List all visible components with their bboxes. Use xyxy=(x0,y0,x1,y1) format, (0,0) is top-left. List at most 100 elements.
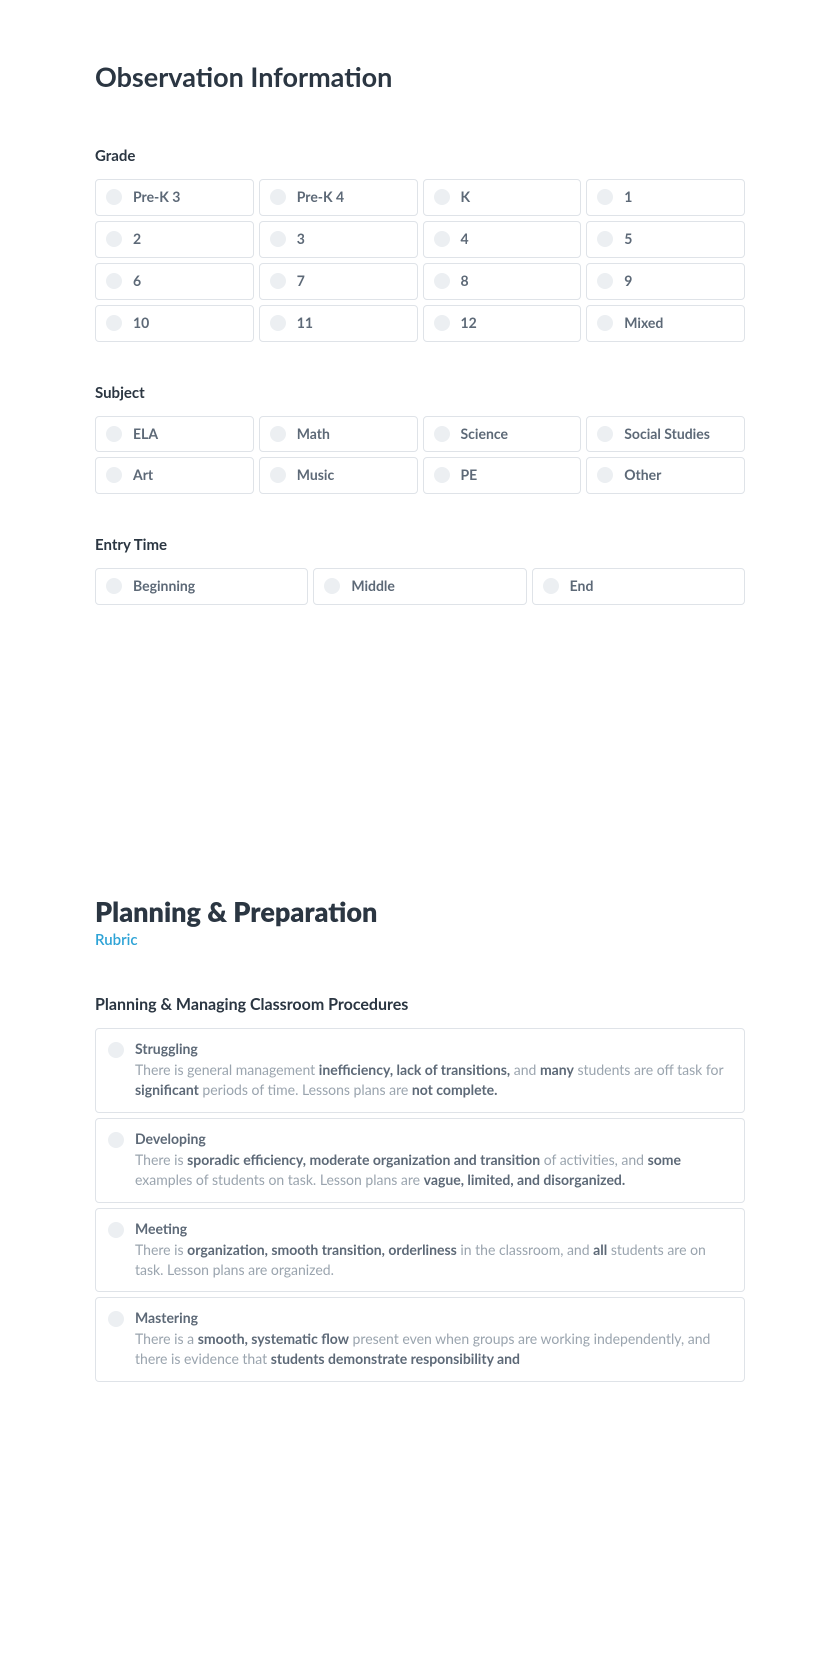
option-label: Pre-K 3 xyxy=(133,188,180,207)
radio-icon xyxy=(270,426,286,442)
radio-icon xyxy=(106,467,122,483)
radio-icon xyxy=(106,273,122,289)
subject-option-other[interactable]: Other xyxy=(586,457,745,494)
subject-option-art[interactable]: Art xyxy=(95,457,254,494)
option-label: 12 xyxy=(461,314,477,333)
rubric-option-meeting[interactable]: Meeting There is organization, smooth tra… xyxy=(95,1208,745,1293)
option-label: Pre-K 4 xyxy=(297,188,344,207)
radio-icon xyxy=(543,578,559,594)
grade-option-12[interactable]: 12 xyxy=(423,305,582,342)
grade-option-9[interactable]: 9 xyxy=(586,263,745,300)
option-label: 10 xyxy=(133,314,149,333)
radio-icon xyxy=(597,273,613,289)
option-label: 5 xyxy=(624,230,632,249)
option-label: 3 xyxy=(297,230,305,249)
option-label: Music xyxy=(297,466,334,485)
option-label: PE xyxy=(461,466,478,485)
subject-option-social-studies[interactable]: Social Studies xyxy=(586,416,745,453)
radio-icon xyxy=(270,231,286,247)
radio-icon xyxy=(270,273,286,289)
option-label: Other xyxy=(624,466,661,485)
grade-option-11[interactable]: 11 xyxy=(259,305,418,342)
radio-icon xyxy=(434,426,450,442)
page-title: Observation Information xyxy=(95,60,745,93)
radio-icon xyxy=(434,189,450,205)
rubric-level-name: Developing xyxy=(135,1130,732,1147)
option-label: Art xyxy=(133,466,153,485)
subject-option-science[interactable]: Science xyxy=(423,416,582,453)
option-label: 6 xyxy=(133,272,141,291)
rubric-body: Meeting There is organization, smooth tra… xyxy=(135,1220,732,1280)
grade-option-2[interactable]: 2 xyxy=(95,221,254,258)
rubric-body: DevelopingThere is sporadic efficiency, … xyxy=(135,1130,732,1190)
grade-option-1[interactable]: 1 xyxy=(586,179,745,216)
radio-icon xyxy=(108,1042,124,1058)
radio-icon xyxy=(108,1222,124,1238)
grade-option-5[interactable]: 5 xyxy=(586,221,745,258)
rubric-level-description: There is organization, smooth transition… xyxy=(135,1240,732,1280)
radio-icon xyxy=(597,189,613,205)
radio-icon xyxy=(434,315,450,331)
entry-time-option-middle[interactable]: Middle xyxy=(313,568,526,605)
option-label: 7 xyxy=(297,272,305,291)
subject-options: ELA Math Science Social Studies Art Music PE Ot… xyxy=(95,416,745,495)
option-label: Science xyxy=(461,425,508,444)
grade-options: Pre-K 3Pre-K 4K123456789101112Mixed xyxy=(95,179,745,342)
rubric-level-description: There is general management inefficiency… xyxy=(135,1060,732,1100)
radio-icon xyxy=(106,578,122,594)
rubric-option-struggling[interactable]: Struggling There is general management in… xyxy=(95,1028,745,1113)
radio-icon xyxy=(597,467,613,483)
option-label: 4 xyxy=(461,230,469,249)
radio-icon xyxy=(108,1311,124,1327)
grade-option-4[interactable]: 4 xyxy=(423,221,582,258)
entry-time-option-end[interactable]: End xyxy=(532,568,745,605)
radio-icon xyxy=(597,315,613,331)
grade-option-3[interactable]: 3 xyxy=(259,221,418,258)
grade-option-8[interactable]: 8 xyxy=(423,263,582,300)
subject-option-ela[interactable]: ELA xyxy=(95,416,254,453)
grade-option-mixed[interactable]: Mixed xyxy=(586,305,745,342)
section-planning-title: Planning & Preparation xyxy=(95,895,745,928)
option-label: 1 xyxy=(624,188,632,207)
radio-icon xyxy=(108,1132,124,1148)
option-label: 11 xyxy=(297,314,313,333)
grade-option-6[interactable]: 6 xyxy=(95,263,254,300)
radio-icon xyxy=(434,467,450,483)
rubric-level-name: Mastering xyxy=(135,1309,732,1326)
option-label: Social Studies xyxy=(624,425,710,444)
grade-option-7[interactable]: 7 xyxy=(259,263,418,300)
rubric-body: Mastering There is a smooth, systematic f… xyxy=(135,1309,732,1369)
rubric-body: Struggling There is general management in… xyxy=(135,1040,732,1100)
rubric-option-mastering[interactable]: Mastering There is a smooth, systematic f… xyxy=(95,1297,745,1382)
option-label: 9 xyxy=(624,272,632,291)
entry-time-option-beginning[interactable]: Beginning xyxy=(95,568,308,605)
option-label: Middle xyxy=(351,577,395,596)
rubric-link[interactable]: Rubric xyxy=(95,931,138,949)
radio-icon xyxy=(597,426,613,442)
radio-icon xyxy=(106,315,122,331)
radio-icon xyxy=(106,426,122,442)
rubric-level-description: There is a smooth, systematic flow prese… xyxy=(135,1329,732,1369)
option-label: 8 xyxy=(461,272,469,291)
grade-option-10[interactable]: 10 xyxy=(95,305,254,342)
radio-icon xyxy=(270,467,286,483)
grade-option-pre-k-4[interactable]: Pre-K 4 xyxy=(259,179,418,216)
subject-option-math[interactable]: Math xyxy=(259,416,418,453)
rubric-levels: Struggling There is general management in… xyxy=(95,1028,745,1382)
rubric-option-developing[interactable]: DevelopingThere is sporadic efficiency, … xyxy=(95,1118,745,1203)
option-label: Math xyxy=(297,425,330,444)
grade-option-k[interactable]: K xyxy=(423,179,582,216)
radio-icon xyxy=(106,231,122,247)
subject-option-pe[interactable]: PE xyxy=(423,457,582,494)
grade-option-pre-k-3[interactable]: Pre-K 3 xyxy=(95,179,254,216)
entry-time-options: Beginning Middle End xyxy=(95,568,745,605)
entry-time-label: Entry Time xyxy=(95,536,745,554)
rubric-level-name: Struggling xyxy=(135,1040,732,1057)
grade-label: Grade xyxy=(95,147,745,165)
rubric-level-name: Meeting xyxy=(135,1220,732,1237)
option-label: K xyxy=(461,188,471,207)
option-label: Beginning xyxy=(133,577,195,596)
subject-option-music[interactable]: Music xyxy=(259,457,418,494)
radio-icon xyxy=(434,273,450,289)
option-label: 2 xyxy=(133,230,141,249)
